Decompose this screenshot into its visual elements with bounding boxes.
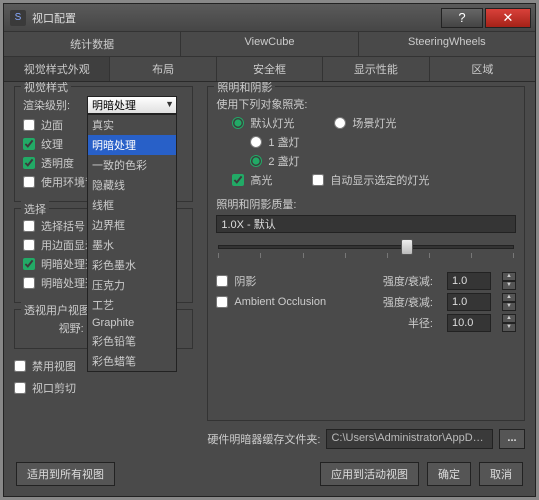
dropdown-option[interactable]: 隐藏线 (88, 175, 176, 195)
help-button[interactable]: ? (441, 8, 483, 28)
dropdown-option[interactable]: Graphite (88, 315, 176, 331)
dropdown-option[interactable]: 明暗处理 (88, 135, 176, 155)
ok-button[interactable]: 确定 (427, 462, 471, 486)
check-texture[interactable]: 纹理 (23, 136, 63, 152)
quality-label: 照明和阴影质量: (216, 196, 296, 212)
radio-scene-light[interactable]: 场景灯光 (334, 115, 396, 131)
tab-viewcube[interactable]: ViewCube (181, 32, 358, 56)
dropdown-option[interactable]: 线框 (88, 195, 176, 215)
dropdown-option[interactable]: 一致的色彩 (88, 155, 176, 175)
intensity1-input[interactable] (447, 272, 491, 290)
slider-thumb[interactable] (401, 239, 413, 255)
button-bar: 适用到所有视图 应用到活动视图 确定 取消 (4, 456, 535, 496)
tabs-primary: 统计数据 ViewCube SteeringWheels (4, 32, 535, 57)
dropdown-option[interactable]: 彩色蜡笔 (88, 351, 176, 371)
intensity2-input[interactable] (447, 293, 491, 311)
check-viewport-clip[interactable]: 视口剪切 (14, 380, 76, 396)
apply-active-button[interactable]: 应用到活动视图 (320, 462, 419, 486)
group-lighting: 照明和阴影 使用下列对象照亮: 默认灯光 场景灯光 1 盏灯 2 盏灯 高光 自… (207, 86, 525, 421)
dropdown-option[interactable]: 彩色墨水 (88, 255, 176, 275)
apply-all-button[interactable]: 适用到所有视图 (16, 462, 115, 486)
group-title-visual-style: 视觉样式 (21, 82, 71, 95)
group-title-perspective: 透视用户视图 (21, 302, 93, 318)
quality-input[interactable] (216, 215, 516, 233)
cache-label: 硬件明暗器缓存文件夹: (207, 431, 320, 447)
check-disable-view[interactable]: 禁用视图 (14, 358, 76, 374)
dropdown-option[interactable]: 真实 (88, 115, 176, 135)
tab-region[interactable]: 区域 (430, 57, 535, 81)
check-auto-show[interactable]: 自动显示选定的灯光 (312, 172, 429, 188)
tab-steering[interactable]: SteeringWheels (359, 32, 535, 56)
quality-slider[interactable] (218, 245, 514, 249)
render-level-combo[interactable]: 明暗处理 ▼ (87, 96, 177, 114)
close-button[interactable]: ✕ (485, 8, 531, 28)
tab-safe[interactable]: 安全框 (217, 57, 323, 81)
render-level-dropdown[interactable]: 真实明暗处理一致的色彩隐藏线线框边界框墨水彩色墨水压克力工艺Graphite彩色… (87, 114, 177, 372)
radio-default-light[interactable]: 默认灯光 (232, 115, 294, 131)
title-bar: S 视口配置 ? ✕ (4, 4, 535, 32)
check-shadow[interactable]: 阴影 (216, 273, 373, 289)
browse-button[interactable]: ... (499, 429, 525, 449)
tab-perf[interactable]: 显示性能 (323, 57, 429, 81)
use-lights-label: 使用下列对象照亮: (216, 96, 307, 112)
dropdown-option[interactable]: 彩色铅笔 (88, 331, 176, 351)
check-ambient[interactable]: Ambient Occlusion (216, 296, 373, 308)
check-highlight[interactable]: 高光 (232, 172, 272, 188)
radius-input[interactable] (447, 314, 491, 332)
tab-stats[interactable]: 统计数据 (4, 32, 181, 56)
render-level-label: 渲染级别: (23, 97, 87, 113)
check-brackets[interactable]: 选择括号 (23, 218, 85, 234)
radio-two-light[interactable]: 2 盏灯 (250, 153, 299, 169)
tab-appearance[interactable]: 视觉样式外观 (4, 57, 110, 81)
radius-spinner[interactable]: ▲▼ (502, 314, 516, 332)
intensity2-label: 强度/衰减: (383, 294, 433, 310)
app-logo: S (10, 10, 26, 26)
radius-label: 半径: (408, 315, 433, 331)
cancel-button[interactable]: 取消 (479, 462, 523, 486)
dropdown-option[interactable]: 压克力 (88, 275, 176, 295)
group-title-lighting: 照明和阴影 (214, 82, 275, 95)
slider-ticks (218, 253, 514, 258)
intensity2-spinner[interactable]: ▲▼ (502, 293, 516, 311)
dropdown-option[interactable]: 工艺 (88, 295, 176, 315)
fov-label: 视野: (59, 320, 84, 336)
check-transparency[interactable]: 透明度 (23, 155, 74, 171)
dropdown-option[interactable]: 边界框 (88, 215, 176, 235)
dropdown-option[interactable]: 墨水 (88, 235, 176, 255)
intensity1-label: 强度/衰减: (383, 273, 433, 289)
check-edge[interactable]: 边面 (23, 117, 63, 133)
tab-layout[interactable]: 布局 (110, 57, 216, 81)
render-level-value: 明暗处理 (92, 100, 136, 112)
radio-one-light[interactable]: 1 盏灯 (250, 134, 299, 150)
tabs-secondary: 视觉样式外观 布局 安全框 显示性能 区域 (4, 57, 535, 82)
cache-path[interactable]: C:\Users\Administrator\AppData\Local\Aut… (326, 429, 493, 449)
intensity1-spinner[interactable]: ▲▼ (502, 272, 516, 290)
chevron-down-icon: ▼ (165, 99, 174, 109)
group-visual-style: 视觉样式 渲染级别: 明暗处理 ▼ 真实明暗处理一致的色彩隐藏线线框边界框墨水彩… (14, 86, 193, 202)
window-title: 视口配置 (32, 10, 76, 26)
group-title-selection: 选择 (21, 201, 49, 217)
